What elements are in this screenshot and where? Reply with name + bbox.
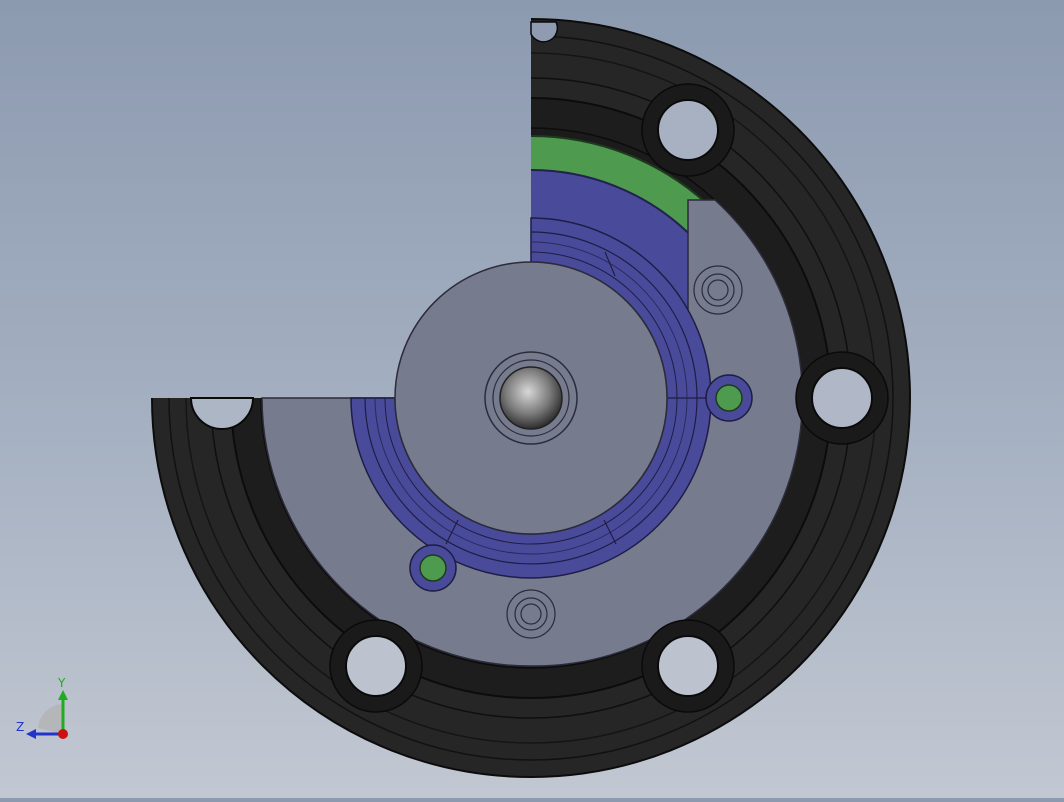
green-pin-right[interactable] — [705, 374, 753, 422]
bolt-hole-bottom-left[interactable] — [329, 619, 423, 713]
shaft[interactable] — [484, 351, 578, 445]
z-axis-arrow — [26, 729, 36, 739]
x-axis-dot — [58, 729, 68, 739]
model-view[interactable] — [0, 0, 1064, 798]
cad-viewport[interactable] — [0, 0, 1064, 798]
counterbore-upper[interactable] — [693, 265, 743, 315]
bolt-hole-bottom-right[interactable] — [641, 619, 735, 713]
y-axis-label: Y — [58, 676, 66, 690]
counterbore-lower[interactable] — [506, 589, 556, 639]
green-pin-left[interactable] — [409, 544, 457, 592]
y-axis-arrow — [58, 690, 68, 700]
bolt-hole-right[interactable] — [795, 351, 889, 445]
triad-graphic — [26, 690, 68, 739]
orientation-triad[interactable]: Y Z — [8, 676, 80, 748]
z-axis-label: Z — [16, 720, 25, 734]
bolt-hole-top-right[interactable] — [641, 83, 735, 177]
